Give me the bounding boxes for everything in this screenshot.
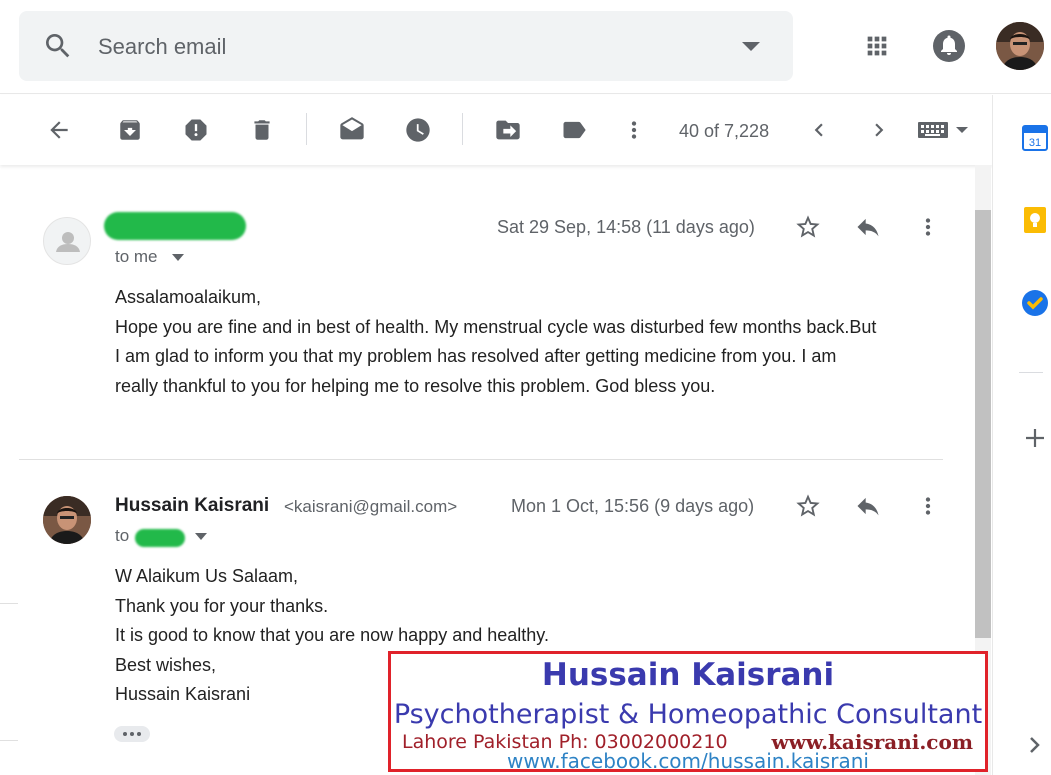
recipient-line[interactable]: to me	[115, 247, 158, 267]
pagination-count: 40 of 7,228	[679, 121, 770, 141]
left-edge-divider	[0, 740, 18, 741]
sender-name: Hussain Kaisrani	[115, 495, 270, 516]
input-tools-keyboard-icon[interactable]	[914, 113, 970, 147]
sender-avatar[interactable]	[43, 496, 91, 544]
get-addons-plus-icon[interactable]	[1021, 424, 1049, 452]
watermark-facebook: www.facebook.com/hussain.kaisrani	[507, 749, 869, 773]
toolbar-divider	[306, 113, 307, 145]
star-icon[interactable]	[792, 211, 824, 243]
calendar-icon[interactable]: 31	[1021, 124, 1049, 152]
search-icon[interactable]	[42, 30, 74, 62]
recipient-line[interactable]: to	[115, 526, 129, 546]
svg-text:31: 31	[1029, 137, 1041, 149]
search-input[interactable]	[98, 30, 698, 64]
sender-avatar-placeholder[interactable]	[43, 217, 91, 265]
redacted-sender-name	[104, 212, 246, 240]
toolbar-divider	[462, 113, 463, 145]
contact-watermark-box: Hussain Kaisrani Psychotherapist & Homeo…	[388, 651, 988, 773]
mark-unread-icon[interactable]	[335, 113, 369, 147]
rail-divider	[1019, 372, 1043, 373]
body-line: Thank you for your thanks.	[115, 595, 329, 616]
account-avatar[interactable]	[996, 22, 1044, 70]
watermark-name: Hussain Kaisrani	[541, 657, 835, 693]
keep-icon[interactable]	[1021, 206, 1049, 234]
archive-icon[interactable]	[113, 113, 147, 147]
move-to-icon[interactable]	[491, 113, 525, 147]
message-body: Assalamoalaikum, Hope you are fine and i…	[115, 283, 876, 401]
show-trimmed-content-button[interactable]	[114, 726, 150, 742]
back-arrow-icon[interactable]	[42, 113, 76, 147]
reply-icon[interactable]	[852, 211, 884, 243]
snooze-clock-icon[interactable]	[401, 113, 435, 147]
body-line: W Alaikum Us Salaam,	[115, 566, 299, 586]
sender-email: <kaisrani@gmail.com>	[284, 497, 458, 516]
star-icon[interactable]	[792, 490, 824, 522]
body-line: It is good to know that you are now happ…	[115, 625, 549, 645]
search-options-caret-icon[interactable]	[742, 42, 760, 51]
label-icon[interactable]	[557, 113, 591, 147]
older-chevron-right-icon[interactable]	[862, 113, 896, 147]
notifications-bell-icon[interactable]	[929, 26, 969, 66]
expand-panel-chevron-icon[interactable]	[1021, 731, 1049, 759]
more-options-icon[interactable]	[617, 113, 651, 147]
recipient-details-caret-icon[interactable]	[195, 533, 207, 540]
tasks-icon[interactable]	[1021, 289, 1049, 317]
report-spam-icon[interactable]	[179, 113, 213, 147]
recipient-details-caret-icon[interactable]	[172, 254, 184, 261]
message-divider	[19, 459, 943, 460]
reply-icon[interactable]	[852, 490, 884, 522]
body-line: Assalamoalaikum,	[115, 287, 262, 307]
message-date: Mon 1 Oct, 15:56 (9 days ago)	[511, 496, 755, 516]
body-line: really thankful to you for helping me to…	[115, 375, 716, 396]
newer-chevron-left-icon[interactable]	[802, 113, 836, 147]
delete-trash-icon[interactable]	[245, 113, 279, 147]
message-more-icon[interactable]	[912, 490, 944, 522]
redacted-recipient-name	[135, 529, 185, 547]
body-line: Hope you are fine and in best of health.…	[115, 316, 877, 337]
message-more-icon[interactable]	[912, 211, 944, 243]
body-line: I am glad to inform you that my problem …	[115, 346, 837, 366]
left-edge-divider	[0, 603, 18, 604]
watermark-title: Psychotherapist & Homeopathic Consultant	[393, 699, 983, 730]
apps-grid-icon[interactable]	[857, 26, 897, 66]
scrollbar-thumb[interactable]	[975, 210, 991, 638]
message-date: Sat 29 Sep, 14:58 (11 days ago)	[497, 217, 755, 237]
